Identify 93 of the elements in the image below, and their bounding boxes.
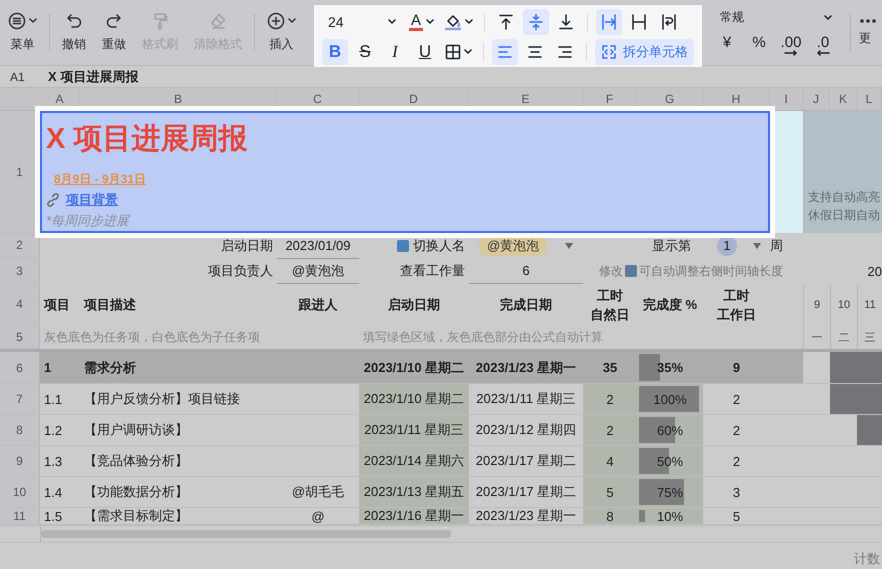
feature-note: 休假日期自动 — [808, 207, 880, 223]
field-label: 查看工作量 — [399, 262, 466, 280]
report-title: X 项目进展周报 — [46, 122, 248, 157]
calendar-days: 2 — [583, 415, 637, 446]
row-number[interactable]: 9 — [0, 446, 40, 477]
font-color-button[interactable]: A — [406, 9, 437, 35]
start-date: 2023/1/10 星期二 — [359, 352, 469, 384]
end-date: 2023/1/23 星期一 — [469, 508, 583, 525]
start-date: 2023/1/16 星期一 — [359, 508, 469, 525]
task-name: 需求分析 — [80, 352, 277, 384]
start-date: 2023/1/10 星期二 — [359, 384, 469, 415]
sync-note: *每周同步进展 — [46, 212, 130, 230]
bold-button[interactable]: B — [322, 39, 348, 65]
column-title: 完成度 % — [642, 296, 698, 314]
row-number[interactable]: 3 — [0, 258, 40, 284]
underline-button[interactable]: U — [412, 39, 438, 65]
row-number[interactable]: 4 — [0, 284, 40, 325]
more-button[interactable]: 更 — [855, 0, 881, 65]
field-label: 周 — [770, 236, 784, 254]
row-number[interactable]: 11 — [0, 508, 40, 525]
calendar-days: 8 — [583, 508, 637, 525]
feature-note: 支持自动高亮 — [808, 189, 880, 205]
progress-value: 10% — [656, 508, 684, 524]
row-number[interactable]: 6 — [0, 352, 40, 384]
hint-text: 修改 — [599, 262, 623, 280]
start-date: 2023/1/11 星期三 — [359, 415, 469, 446]
row-number[interactable]: 7 — [0, 384, 40, 415]
column-title: 启动日期 — [388, 296, 440, 314]
weekday-label: 三 — [857, 325, 882, 349]
number-format-button[interactable]: .00 — [778, 36, 804, 56]
column-title: 工作日 — [717, 306, 756, 324]
progress-value: 75% — [656, 484, 684, 500]
weekday-label: 一 — [803, 325, 830, 349]
insert-button[interactable]: 插入 — [259, 0, 304, 65]
number-format-button[interactable]: .0 — [810, 36, 836, 56]
column-header[interactable]: L — [857, 88, 882, 110]
year-label: 20 — [866, 262, 882, 280]
background-link[interactable]: 项目背景 — [46, 191, 118, 209]
font-size-select[interactable]: 24 — [322, 9, 402, 35]
undo-button[interactable]: 撤销 — [54, 0, 94, 65]
calendar-days: 5 — [583, 477, 637, 508]
calendar-days: 4 — [583, 446, 637, 477]
strikethrough-button[interactable]: S — [352, 39, 378, 65]
column-title: 工时 — [597, 286, 623, 304]
row-number[interactable]: 2 — [0, 233, 40, 258]
owner-value[interactable]: @黄泡泡 — [277, 258, 359, 284]
start-date: 2023/1/13 星期五 — [359, 477, 469, 508]
calendar-days: 2 — [583, 384, 637, 415]
progress-value: 35% — [656, 360, 684, 375]
column-title: 完成日期 — [500, 296, 552, 314]
progress-value: 100% — [653, 392, 687, 406]
number-format-select[interactable]: 常规 — [714, 9, 840, 26]
column-title: 自然日 — [590, 306, 630, 324]
date-range: 8月9日 - 9月31日 — [54, 171, 146, 188]
field-label: 切换人名 — [413, 236, 465, 254]
instruction-text: 灰色底色为任务项，白色底色为子任务项 — [43, 328, 261, 346]
number-format-button[interactable]: % — [746, 36, 772, 56]
redo-button[interactable]: 重做 — [94, 0, 134, 65]
day-number: 11 — [857, 284, 882, 325]
field-label: 显示第 — [651, 236, 692, 254]
field-label: 启动日期 — [220, 236, 274, 254]
cell-reference: A1 — [9, 70, 26, 84]
formula-content: X 项目进展周报 — [47, 68, 138, 86]
task-name: 【需求目标制定】 — [80, 508, 277, 525]
end-date: 2023/1/23 星期一 — [469, 352, 583, 384]
number-format-button[interactable]: ¥ — [714, 36, 740, 56]
start-date: 2023/1/14 星期六 — [359, 446, 469, 477]
task-number: 1 — [40, 352, 80, 384]
column-title: 项目描述 — [84, 296, 136, 314]
column-title: 工时 — [724, 286, 750, 304]
day-number: 10 — [830, 284, 857, 325]
column-title: 跟进人 — [298, 296, 338, 314]
italic-button[interactable]: I — [382, 39, 408, 65]
day-number: 9 — [803, 284, 830, 325]
menu-button[interactable]: 菜单 — [0, 0, 45, 65]
calendar-days: 35 — [583, 352, 637, 384]
workload-value[interactable]: 6 — [469, 258, 583, 284]
status-count: 计数 — [854, 550, 880, 568]
column-title: 项目 — [44, 296, 70, 314]
row-number[interactable]: 5 — [0, 325, 40, 349]
weekday-label: 二 — [830, 325, 857, 349]
split-cells-button[interactable]: 拆分单元格 — [595, 39, 694, 65]
row-number[interactable]: 8 — [0, 415, 40, 446]
work-days: 9 — [703, 352, 770, 384]
row-number[interactable]: 10 — [0, 477, 40, 508]
start-date-value[interactable]: 2023/01/09 — [277, 233, 359, 258]
field-label: 项目负责人 — [207, 262, 274, 280]
column-header[interactable]: K — [830, 88, 857, 110]
column-header[interactable]: J — [803, 88, 830, 110]
hint-text: 可自动调整右侧时间轴长度 — [639, 262, 783, 280]
progress-value: 50% — [656, 454, 684, 468]
progress-value: 60% — [656, 422, 684, 438]
instruction-text: 填写绿色区域，灰色底色部分由公式自动计算 — [362, 328, 604, 346]
